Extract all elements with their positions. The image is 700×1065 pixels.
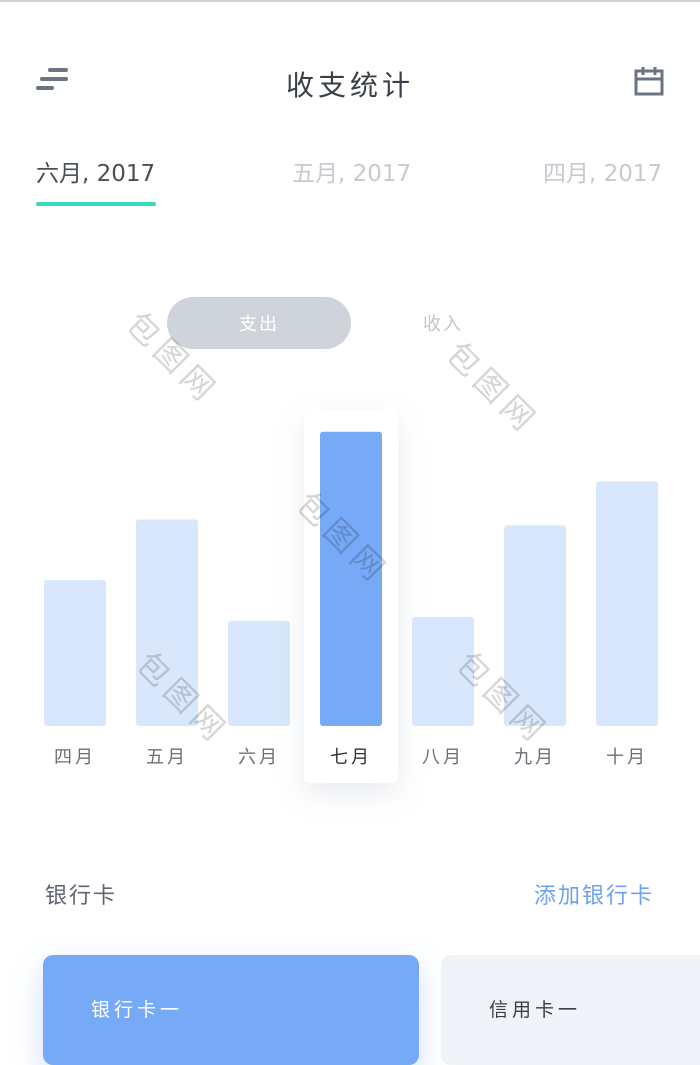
- bar-label-5: 八月: [422, 747, 464, 768]
- bank-section-title: 银行卡: [45, 884, 118, 909]
- credit-card-1-label: 信用卡一: [489, 999, 582, 1021]
- bar-label-4: 七月: [330, 747, 372, 768]
- bar-label-2: 五月: [146, 747, 188, 768]
- bar-2[interactable]: [136, 519, 198, 726]
- bank-card-1[interactable]: 银行卡一: [43, 955, 419, 1065]
- bar-label-3: 六月: [238, 747, 280, 768]
- bar-label-1: 四月: [54, 747, 96, 768]
- bar-4[interactable]: [320, 431, 382, 726]
- bar-5[interactable]: [412, 616, 474, 726]
- bar-7[interactable]: [596, 481, 658, 726]
- bar-label-6: 九月: [514, 747, 556, 768]
- credit-card-1[interactable]: 信用卡一: [441, 955, 700, 1065]
- bank-card-1-label: 银行卡一: [91, 999, 184, 1021]
- monthly-bar-chart: 四月 五月 六月 七月 八月 九月 十月: [44, 409, 658, 783]
- bar-1[interactable]: [44, 579, 106, 726]
- bar-3[interactable]: [228, 620, 290, 726]
- bar-6[interactable]: [504, 525, 566, 726]
- add-bank-card-link[interactable]: 添加银行卡: [534, 878, 654, 910]
- bar-label-7: 十月: [606, 747, 648, 768]
